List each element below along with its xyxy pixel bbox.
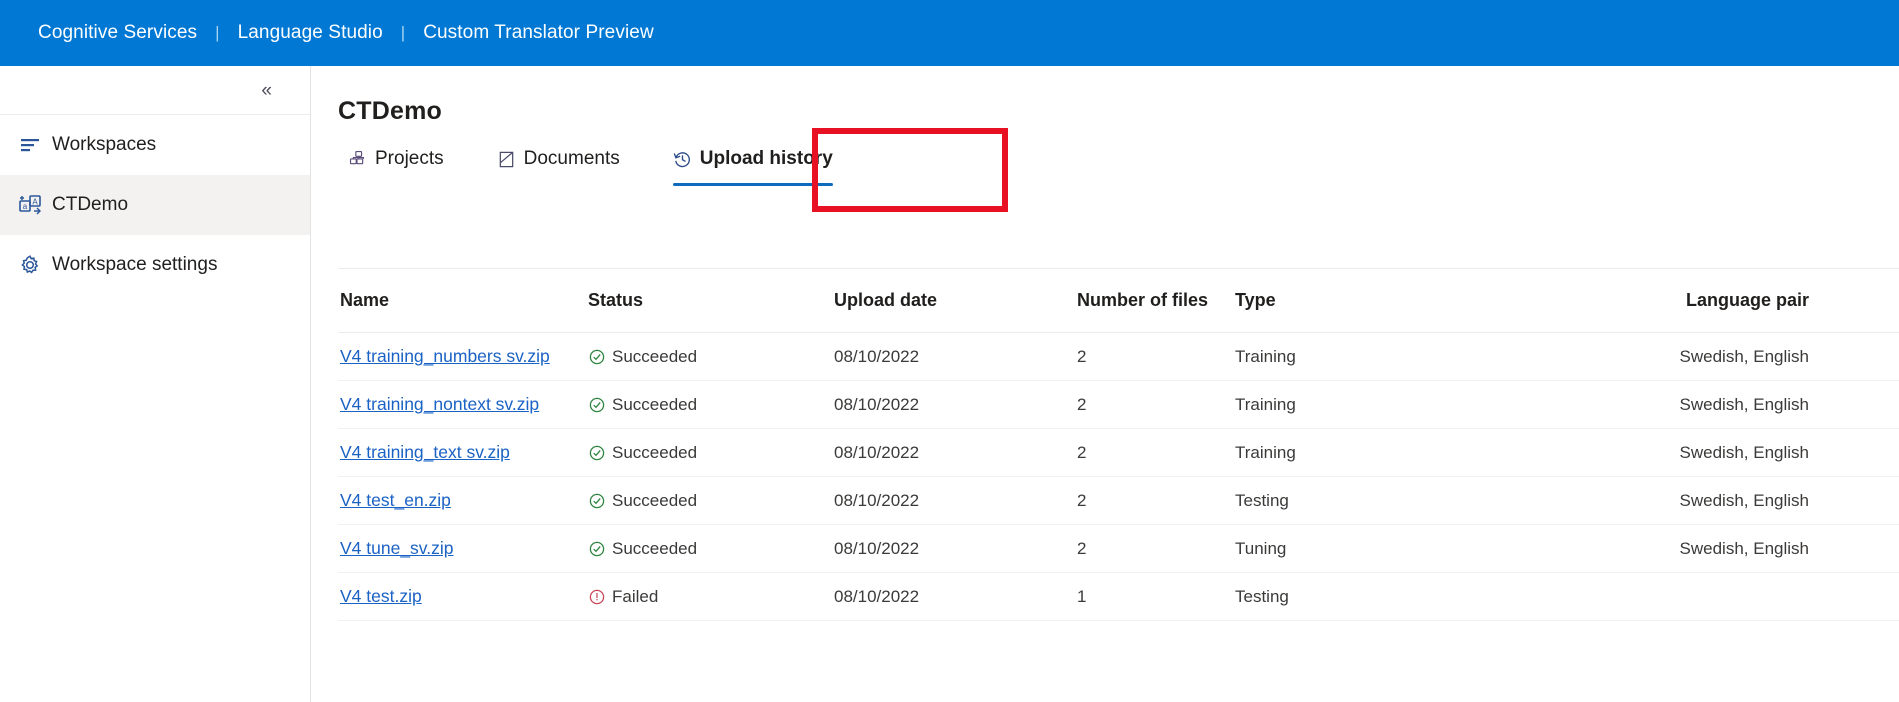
table-row: V4 test.zip Failed 08/10/2022 1 Testing: [338, 573, 1899, 621]
upload-date-cell: 08/10/2022: [834, 346, 920, 366]
status-label: Succeeded: [612, 490, 698, 510]
number-of-files-cell: 1: [1077, 586, 1087, 606]
table-row: V4 test_en.zip Succeeded 08/10/2022 2 Testin…: [338, 477, 1899, 525]
tab-label: Projects: [375, 148, 444, 169]
tab-underline: [672, 183, 833, 186]
column-header-upload-date[interactable]: Upload date: [834, 290, 1077, 311]
tab-bar: Projects Documents Upload history: [338, 144, 876, 186]
file-name-link[interactable]: V4 test.zip: [340, 586, 422, 606]
header-separator-1: |: [215, 23, 220, 42]
history-icon: [673, 149, 693, 169]
tab-label: Documents: [523, 148, 620, 169]
left-sidebar: « Workspaces a A CTDemo Workspace settin…: [0, 66, 311, 702]
svg-text:A: A: [32, 198, 38, 207]
file-name-link[interactable]: V4 tune_sv.zip: [340, 538, 454, 558]
number-of-files-cell: 2: [1077, 394, 1087, 414]
sidebar-item-ctdemo[interactable]: a A CTDemo: [0, 175, 310, 235]
upload-date-cell: 08/10/2022: [834, 538, 920, 558]
tab-upload-history[interactable]: Upload history: [663, 144, 843, 186]
header-separator-2: |: [400, 23, 406, 42]
language-studio-link[interactable]: Language Studio: [238, 22, 383, 44]
cognitive-services-link[interactable]: Cognitive Services: [38, 22, 197, 44]
file-name-link[interactable]: V4 test_en.zip: [340, 490, 451, 510]
page-title: CTDemo: [338, 97, 442, 125]
success-check-icon: [588, 348, 605, 365]
type-cell: Testing: [1235, 490, 1289, 510]
column-header-language-pair[interactable]: Language pair: [1481, 290, 1881, 311]
number-of-files-cell: 2: [1077, 538, 1087, 558]
status-badge: Succeeded: [588, 347, 834, 367]
sidebar-item-label: Workspaces: [52, 134, 157, 155]
table-row: V4 tune_sv.zip Succeeded 08/10/2022 2 Tuning…: [338, 525, 1899, 573]
upload-date-cell: 08/10/2022: [834, 586, 920, 606]
language-pair-cell: Swedish, English: [1679, 442, 1809, 462]
status-badge: Succeeded: [588, 443, 834, 463]
tab-projects[interactable]: Projects: [338, 144, 454, 186]
file-name-link[interactable]: V4 training_nontext sv.zip: [340, 394, 539, 414]
number-of-files-cell: 2: [1077, 490, 1087, 510]
status-label: Succeeded: [612, 442, 698, 462]
success-check-icon: [588, 444, 605, 461]
status-badge: Succeeded: [588, 395, 834, 415]
upload-date-cell: 08/10/2022: [834, 490, 920, 510]
tab-label: Upload history: [699, 148, 833, 169]
success-check-icon: [588, 492, 605, 509]
file-name-link[interactable]: V4 training_numbers sv.zip: [340, 346, 550, 366]
global-header: Cognitive Services | Language Studio | C…: [0, 0, 1899, 66]
number-of-files-cell: 2: [1077, 346, 1087, 366]
column-header-status[interactable]: Status: [588, 290, 834, 311]
language-pair-cell: Swedish, English: [1679, 538, 1809, 558]
type-cell: Training: [1235, 346, 1296, 366]
file-name-link[interactable]: V4 training_text sv.zip: [340, 442, 510, 462]
sidebar-item-label: CTDemo: [52, 194, 129, 215]
collapse-sidebar-icon[interactable]: «: [261, 81, 272, 100]
custom-translator-preview-link[interactable]: Custom Translator Preview: [423, 22, 654, 44]
column-header-type[interactable]: Type: [1235, 290, 1481, 311]
status-badge: Failed: [588, 587, 834, 607]
language-pair-cell: Swedish, English: [1679, 346, 1809, 366]
column-header-number-of-files[interactable]: Number of files: [1077, 290, 1235, 311]
documents-icon: [497, 149, 517, 169]
upload-date-cell: 08/10/2022: [834, 394, 920, 414]
projects-icon: [348, 149, 368, 169]
success-check-icon: [588, 540, 605, 557]
gear-icon: [17, 252, 43, 278]
translate-icon: a A: [17, 192, 43, 218]
table-body: V4 training_numbers sv.zip Succeeded 08/10…: [338, 333, 1899, 621]
upload-history-table: Name Status Upload date Number of files …: [338, 269, 1899, 621]
success-check-icon: [588, 396, 605, 413]
list-icon: [17, 132, 43, 158]
svg-text:a: a: [23, 202, 28, 211]
sidebar-item-workspaces[interactable]: Workspaces: [0, 115, 310, 175]
sidebar-collapse-row: «: [0, 66, 310, 115]
sidebar-item-label: Workspace settings: [52, 254, 218, 275]
table-row: V4 training_numbers sv.zip Succeeded 08/10…: [338, 333, 1899, 381]
error-icon: [588, 588, 605, 605]
status-label: Succeeded: [612, 346, 698, 366]
status-badge: Succeeded: [588, 491, 834, 511]
language-pair-cell: Swedish, English: [1679, 394, 1809, 414]
status-label: Succeeded: [612, 538, 698, 558]
sidebar-item-workspace-settings[interactable]: Workspace settings: [0, 235, 310, 295]
main-content: CTDemo Projects Documents Upload history…: [312, 66, 1899, 702]
type-cell: Training: [1235, 394, 1296, 414]
table-row: V4 training_text sv.zip Succeeded 08/10/20…: [338, 429, 1899, 477]
number-of-files-cell: 2: [1077, 442, 1087, 462]
status-label: Failed: [612, 586, 659, 606]
type-cell: Training: [1235, 442, 1296, 462]
status-label: Succeeded: [612, 394, 698, 414]
table-header-row: Name Status Upload date Number of files …: [338, 269, 1899, 333]
upload-date-cell: 08/10/2022: [834, 442, 920, 462]
table-row: V4 training_nontext sv.zip Succeeded 08/10…: [338, 381, 1899, 429]
status-badge: Succeeded: [588, 539, 834, 559]
type-cell: Tuning: [1235, 538, 1287, 558]
tab-documents[interactable]: Documents: [487, 144, 630, 186]
type-cell: Testing: [1235, 586, 1289, 606]
column-header-name[interactable]: Name: [338, 290, 588, 311]
language-pair-cell: Swedish, English: [1679, 490, 1809, 510]
